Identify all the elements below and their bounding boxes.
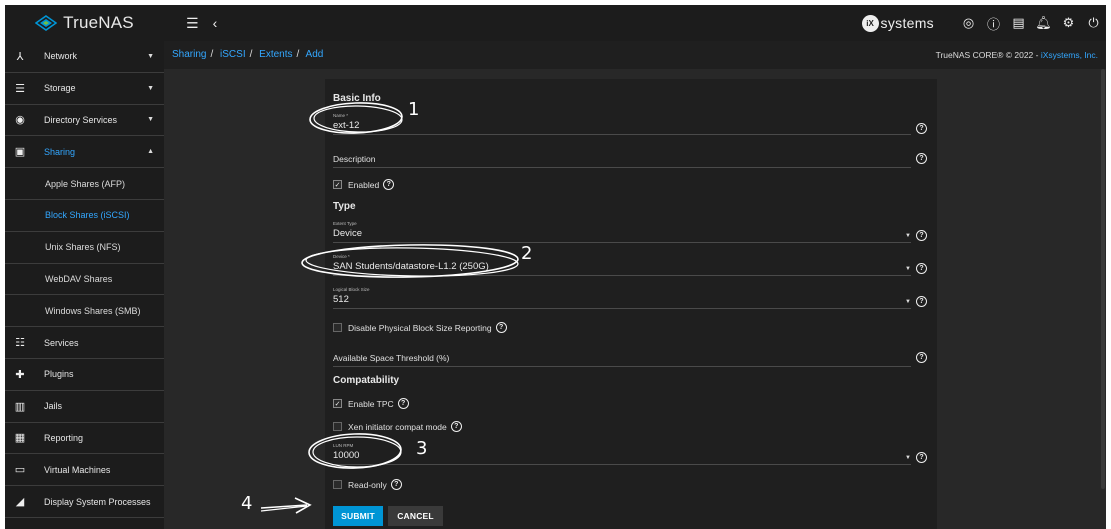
dropdown-arrow-icon: ▼	[905, 233, 911, 239]
ixsystems-logo[interactable]: iX systems	[861, 14, 934, 32]
scrollbar[interactable]	[1101, 69, 1105, 489]
help-icon[interactable]: ?	[916, 296, 927, 307]
directory-services-icon: ◉	[15, 114, 25, 127]
sidebar-item-network[interactable]: ⅄ Network ▼	[5, 41, 164, 73]
truenas-logo-icon	[35, 15, 58, 31]
brand[interactable]: TrueNAS	[5, 13, 164, 33]
ixsystems-link[interactable]: iXsystems, Inc.	[1041, 50, 1098, 60]
task-manager-icon[interactable]: ▤	[1006, 15, 1031, 31]
section-compatability: Compatability	[333, 375, 400, 386]
section-type: Type	[333, 201, 356, 212]
extent-form-card: Basic Info Name * ext-12 ? Description ?…	[325, 79, 937, 529]
help-icon[interactable]: ?	[383, 179, 395, 190]
logical-block-size-select[interactable]: Logical Block Size 512 ▼ ?	[333, 287, 927, 309]
breadcrumb-extents[interactable]: Extents	[259, 49, 292, 60]
settings-gear-icon[interactable]: ⚙	[1056, 15, 1081, 31]
network-icon: ⅄	[16, 50, 24, 63]
power-icon[interactable]: ⏻	[1081, 15, 1106, 31]
enabled-checkbox[interactable]: ✓	[333, 180, 342, 189]
chevron-down-icon: ▼	[147, 52, 154, 60]
sidebar-item-services[interactable]: ☷ Services	[5, 327, 164, 359]
help-icon[interactable]: ?	[916, 123, 927, 134]
services-icon: ☷	[15, 337, 25, 350]
device-select[interactable]: Device * SAN Students/datastore-L1.2 (25…	[333, 254, 927, 276]
collapse-chevron-icon[interactable]: ‹	[213, 15, 218, 31]
sidebar-item-reporting[interactable]: ▦ Reporting	[5, 423, 164, 455]
help-icon[interactable]: ?	[450, 421, 462, 432]
disable-physical-block-checkbox[interactable]	[333, 323, 342, 332]
info-icon[interactable]: ⓘ	[981, 14, 1006, 33]
help-icon[interactable]: ?	[916, 263, 927, 274]
help-icon[interactable]: ?	[397, 398, 409, 409]
breadcrumb-add[interactable]: Add	[306, 49, 324, 60]
dropdown-arrow-icon: ▼	[905, 455, 911, 461]
annotation-2: 2	[521, 243, 533, 264]
annotation-4: 4	[241, 493, 253, 514]
sidebar-item-directory-services[interactable]: ◉ Directory Services ▼	[5, 105, 164, 137]
read-only-row[interactable]: Read-only ?	[333, 479, 402, 490]
help-icon[interactable]: ?	[495, 322, 507, 333]
sidebar-item-jails[interactable]: ▥ Jails	[5, 391, 164, 423]
disable-physical-block-row[interactable]: Disable Physical Block Size Reporting ?	[333, 322, 507, 333]
system-processes-icon: ◢	[15, 496, 25, 509]
breadcrumb: Sharing / iSCSI / Extents / Add	[172, 49, 324, 60]
app-window: TrueNAS ☰ ‹ iX systems ◎ ⓘ ▤ 🔔︎ ⚙ ⏻ Shar…	[5, 5, 1106, 529]
enable-tpc-checkbox[interactable]: ✓	[333, 399, 342, 408]
sharing-icon: ▣	[14, 146, 26, 159]
sidebar-item-system-processes[interactable]: ◢ Display System Processes	[5, 486, 164, 518]
ix-mark-icon: iX	[861, 14, 879, 32]
ixsystems-text: systems	[880, 15, 934, 31]
sidebar-item-sharing[interactable]: ▣ Sharing ▲	[5, 136, 164, 169]
read-only-checkbox[interactable]	[333, 480, 342, 489]
name-field[interactable]: Name * ext-12 ?	[333, 113, 927, 135]
copyright: TrueNAS CORE® © 2022 - iXsystems, Inc.	[935, 50, 1098, 60]
truecommand-icon[interactable]: ◎	[956, 15, 981, 31]
help-icon[interactable]: ?	[916, 352, 927, 363]
sidebar: ⅄ Network ▼ ☰ Storage ▼ ◉ Directory Serv…	[5, 41, 164, 529]
name-input[interactable]: ext-12	[333, 120, 927, 131]
sidebar-subitem-smb[interactable]: Windows Shares (SMB)	[5, 295, 164, 328]
sidebar-item-virtual-machines[interactable]: ▭ Virtual Machines	[5, 454, 164, 487]
chevron-down-icon: ▼	[147, 84, 154, 92]
cancel-button[interactable]: CANCEL	[388, 506, 443, 526]
help-icon[interactable]: ?	[916, 153, 927, 164]
dropdown-arrow-icon: ▼	[905, 266, 911, 272]
xen-compat-checkbox[interactable]	[333, 422, 342, 431]
annotation-1: 1	[408, 99, 420, 120]
storage-icon: ☰	[15, 82, 25, 95]
help-icon[interactable]: ?	[916, 452, 927, 463]
help-icon[interactable]: ?	[390, 479, 402, 490]
sidebar-item-plugins[interactable]: ✚ Plugins	[5, 359, 164, 391]
sidebar-item-storage[interactable]: ☰ Storage ▼	[5, 73, 164, 105]
enable-tpc-row[interactable]: ✓ Enable TPC ?	[333, 398, 409, 409]
jails-icon: ▥	[14, 400, 26, 413]
hamburger-menu-icon[interactable]: ☰	[186, 15, 199, 32]
plugins-icon: ✚	[15, 368, 25, 381]
sidebar-subitem-webdav[interactable]: WebDAV Shares	[5, 263, 164, 296]
top-bar: TrueNAS ☰ ‹ iX systems ◎ ⓘ ▤ 🔔︎ ⚙ ⏻	[5, 5, 1106, 41]
reporting-icon: ▦	[14, 432, 26, 445]
section-basic-info: Basic Info	[333, 93, 381, 104]
chevron-up-icon: ▲	[147, 148, 154, 156]
dropdown-arrow-icon: ▼	[905, 299, 911, 305]
help-icon[interactable]: ?	[916, 230, 927, 241]
breadcrumb-sharing[interactable]: Sharing	[172, 49, 206, 60]
available-space-threshold-field[interactable]: Available Space Threshold (%) ?	[333, 352, 927, 367]
virtual-machines-icon: ▭	[14, 464, 26, 477]
sidebar-subitem-nfs[interactable]: Unix Shares (NFS)	[5, 231, 164, 264]
brand-name: TrueNAS	[63, 13, 134, 32]
xen-compat-row[interactable]: Xen initiator compat mode ?	[333, 421, 462, 432]
chevron-down-icon: ▼	[147, 116, 154, 124]
description-field[interactable]: Description ?	[333, 153, 927, 168]
breadcrumb-bar: Sharing / iSCSI / Extents / Add TrueNAS COR…	[164, 41, 1106, 69]
submit-button[interactable]: SUBMIT	[333, 506, 383, 526]
annotation-3: 3	[416, 438, 428, 459]
extent-type-select[interactable]: Extent Type Device ▼ ?	[333, 221, 927, 243]
notifications-bell-icon[interactable]: 🔔︎	[1031, 15, 1056, 31]
sidebar-subitem-iscsi[interactable]: Block Shares (iSCSI)	[5, 199, 164, 232]
sidebar-subitem-afp[interactable]: Apple Shares (AFP)	[5, 168, 164, 200]
enabled-checkbox-row[interactable]: ✓ Enabled ?	[333, 179, 395, 190]
breadcrumb-iscsi[interactable]: iSCSI	[220, 49, 246, 60]
